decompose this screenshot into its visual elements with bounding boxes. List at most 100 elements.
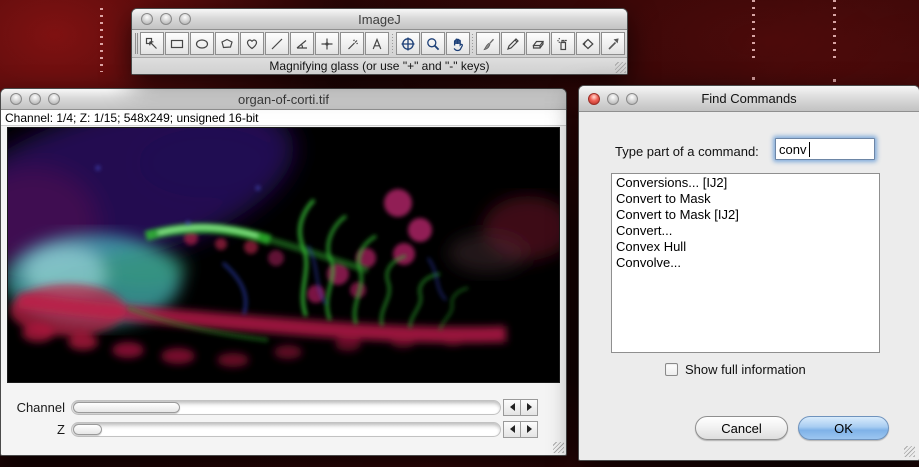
arrow-tool-button[interactable] [601,32,626,55]
command-result-item[interactable]: Convex Hull [612,238,879,254]
imagej-toolbar [132,30,627,58]
paintbrush-icon [480,36,496,52]
point-icon [319,36,335,52]
imagej-main-window: ImageJ Magnifying glass (or use "+" and … [131,8,628,75]
window-title: ImageJ [358,11,401,27]
wand-tool-button[interactable] [340,32,365,55]
channel-slider-label: Channel [16,399,65,415]
oval-icon [194,36,210,52]
find-commands-dialog: Find Commands Type part of a command: Co… [578,85,919,461]
polygon-icon [219,36,235,52]
show-full-info-label: Show full information [685,362,806,377]
view-tools-group [395,32,470,55]
close-button[interactable] [588,92,600,105]
z-slider-label: Z [57,421,65,437]
status-text: Magnifying glass (or use "+" and "-" key… [269,59,490,73]
text-tool-button[interactable] [365,32,390,55]
rectangle-icon [169,36,185,52]
channel-slider-thumb[interactable] [73,401,180,413]
wallpaper-streak [752,0,755,58]
wallpaper-dot [833,79,836,82]
imagej-titlebar[interactable]: ImageJ [132,9,627,30]
oval-tool-button[interactable] [190,32,215,55]
magnifier-tool-button[interactable] [420,32,445,55]
polygon-tool-button[interactable] [215,32,240,55]
channel-increment-button[interactable] [520,398,538,416]
show-full-info-row: Show full information [665,362,806,377]
minimize-button[interactable] [160,13,172,25]
right-arrow-icon [526,403,532,411]
find-commands-titlebar[interactable]: Find Commands [579,86,919,112]
imagej-status-bar: Magnifying glass (or use "+" and "-" key… [132,58,627,74]
zoom-button[interactable] [626,92,638,105]
paint-bucket-icon [580,36,596,52]
selection-pointer-tool-button[interactable] [140,32,165,55]
angle-tool-button[interactable] [290,32,315,55]
rectangle-tool-button[interactable] [165,32,190,55]
ok-button[interactable]: OK [798,416,889,440]
selection-pointer-icon [144,36,160,52]
crosshair-icon [400,36,416,52]
draw-tools-group [476,32,626,55]
search-prompt-label: Type part of a command: [615,144,759,159]
eraser-tool-button[interactable] [526,32,551,55]
eraser-icon [530,36,546,52]
toolbar-separator [391,33,394,54]
crosshair-tool-button[interactable] [395,32,420,55]
image-window-titlebar[interactable]: organ-of-corti.tif [1,89,566,110]
z-decrement-button[interactable] [503,420,521,438]
command-result-item[interactable]: Convert to Mask [612,190,879,206]
freehand-tool-button[interactable] [240,32,265,55]
angle-icon [294,36,310,52]
resize-grip[interactable] [615,62,626,73]
minimize-button[interactable] [607,92,619,105]
freehand-icon [244,36,260,52]
toolbar-separator [471,33,475,54]
microscopy-image [8,128,559,367]
command-result-item[interactable]: Conversions... [IJ2] [612,174,879,190]
wallpaper-streak [833,0,836,62]
channel-slider-track[interactable] [71,399,501,415]
z-slider-track[interactable] [71,421,501,437]
text-caret [809,142,810,157]
spray-can-icon [555,36,571,52]
zoom-button[interactable] [179,13,191,25]
toolbar-grip [135,33,139,54]
z-slider-thumb[interactable] [73,423,102,435]
image-window: organ-of-corti.tif Channel: 1/4; Z: 1/15… [0,88,567,456]
window-title: organ-of-corti.tif [237,91,330,107]
resize-grip[interactable] [904,446,915,457]
command-result-item[interactable]: Convert... [612,222,879,238]
spray-can-tool-button[interactable] [551,32,576,55]
pencil-tool-button[interactable] [501,32,526,55]
resize-grip[interactable] [553,442,564,453]
image-canvas[interactable] [7,127,560,383]
wand-icon [344,36,360,52]
channel-decrement-button[interactable] [503,398,521,416]
image-info-bar: Channel: 1/4; Z: 1/15; 548x249; unsigned… [1,110,566,126]
wallpaper-streak [100,8,103,72]
right-arrow-icon [526,425,532,433]
pencil-icon [505,36,521,52]
cancel-button[interactable]: Cancel [695,416,788,440]
command-result-item[interactable]: Convert to Mask [IJ2] [612,206,879,222]
command-result-item[interactable]: Convolve... [612,254,879,270]
magnifier-icon [425,36,441,52]
close-button[interactable] [141,13,153,25]
text-icon [369,36,385,52]
point-tool-button[interactable] [315,32,340,55]
show-full-info-checkbox[interactable] [665,363,678,376]
line-tool-button[interactable] [265,32,290,55]
close-button[interactable] [10,93,22,105]
command-search-input[interactable] [775,138,875,160]
hand-tool-button[interactable] [445,32,470,55]
minimize-button[interactable] [29,93,41,105]
paintbrush-tool-button[interactable] [476,32,501,55]
selection-tools-group [140,32,390,55]
zoom-button[interactable] [48,93,60,105]
paint-bucket-tool-button[interactable] [576,32,601,55]
z-increment-button[interactable] [520,420,538,438]
hand-icon [450,36,466,52]
left-arrow-icon [509,403,515,411]
command-results-list[interactable]: Conversions... [IJ2] Convert to Mask Conve… [611,173,880,353]
